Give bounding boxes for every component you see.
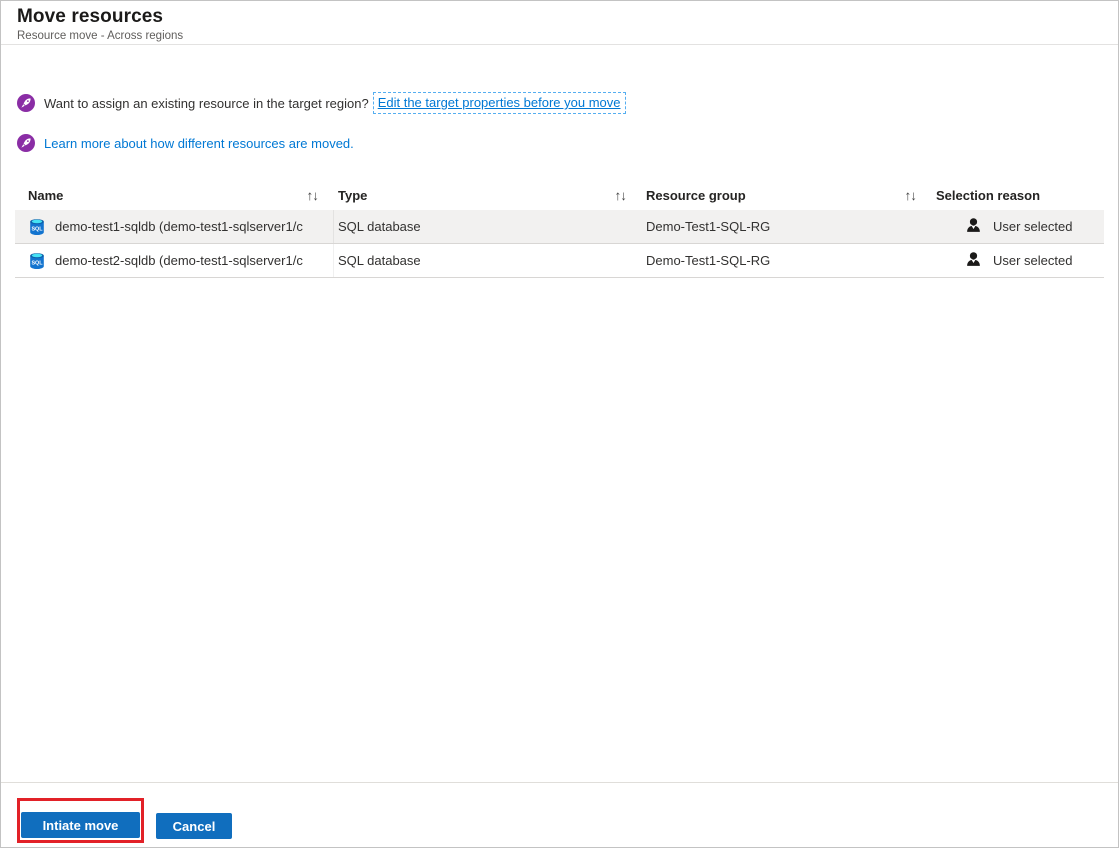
table-row-demo-test1-sqldb[interactable]: SQL demo-test1-sqldb (demo-test1-sqlserv…	[15, 210, 1104, 244]
sort-arrows-icon: ↑↓	[614, 187, 627, 203]
cell-selection-reason: User selected	[932, 210, 1104, 243]
page-title: Move resources	[17, 6, 164, 27]
sql-database-icon: SQL	[27, 251, 47, 271]
person-icon	[964, 217, 983, 236]
resources-table: Name ↑↓ Type ↑↓ Resource group ↑↓ Select…	[15, 180, 1104, 278]
selection-reason-text: User selected	[993, 253, 1073, 268]
footer-action-bar: Intiate move Cancel	[1, 782, 1118, 847]
cell-name: SQL demo-test1-sqldb (demo-test1-sqlserv…	[15, 210, 334, 243]
page-subtitle: Resource move - Across regions	[17, 30, 184, 42]
cell-type: SQL database	[338, 219, 421, 234]
column-label: Resource group	[646, 187, 746, 203]
cell-resource-group: Demo-Test1-SQL-RG	[646, 253, 771, 268]
initiate-move-button[interactable]: Intiate move	[21, 812, 140, 838]
cancel-button[interactable]: Cancel	[156, 813, 232, 839]
notice-learn-more: Learn more about how different resources…	[17, 133, 1102, 153]
column-header-name[interactable]: Name ↑↓	[15, 180, 334, 210]
resource-mover-rocket-icon	[17, 134, 35, 152]
person-icon	[964, 251, 983, 270]
sort-arrows-icon: ↑↓	[904, 187, 917, 203]
resource-name: demo-test1-sqldb (demo-test1-sqlserver1/…	[55, 219, 303, 234]
selection-reason-text: User selected	[993, 219, 1073, 234]
sql-database-icon: SQL	[27, 217, 47, 237]
column-header-resource-group[interactable]: Resource group ↑↓	[642, 180, 932, 210]
edit-target-properties-link[interactable]: Edit the target properties before you mo…	[372, 92, 626, 114]
table-header-row: Name ↑↓ Type ↑↓ Resource group ↑↓ Select…	[15, 180, 1104, 210]
notice-text: Want to assign an existing resource in t…	[44, 95, 369, 111]
red-highlight-annotation: Intiate move	[17, 798, 144, 843]
svg-text:SQL: SQL	[31, 226, 43, 232]
column-label: Type	[338, 187, 368, 203]
cell-resource-group: Demo-Test1-SQL-RG	[646, 219, 771, 234]
column-header-type[interactable]: Type ↑↓	[334, 180, 642, 210]
column-label: Name	[28, 187, 64, 203]
learn-more-link[interactable]: Learn more about how different resources…	[44, 136, 354, 151]
svg-text:SQL: SQL	[31, 260, 43, 266]
notices-section: Want to assign an existing resource in t…	[1, 45, 1118, 153]
cell-selection-reason: User selected	[932, 244, 1104, 277]
table-row-demo-test2-sqldb[interactable]: SQL demo-test2-sqldb (demo-test1-sqlserv…	[15, 244, 1104, 278]
column-header-selection-reason: Selection reason	[932, 180, 1104, 210]
move-resources-page: Move resources Resource move - Across re…	[0, 0, 1119, 848]
notice-edit-target-properties: Want to assign an existing resource in t…	[17, 92, 1102, 114]
resource-mover-rocket-icon	[17, 94, 35, 112]
cell-name: SQL demo-test2-sqldb (demo-test1-sqlserv…	[15, 244, 334, 277]
sort-arrows-icon: ↑↓	[306, 187, 319, 203]
resource-name: demo-test2-sqldb (demo-test1-sqlserver1/…	[55, 253, 303, 268]
cell-type: SQL database	[338, 253, 421, 268]
page-header: Move resources Resource move - Across re…	[1, 1, 1118, 45]
column-label: Selection reason	[936, 187, 1041, 203]
